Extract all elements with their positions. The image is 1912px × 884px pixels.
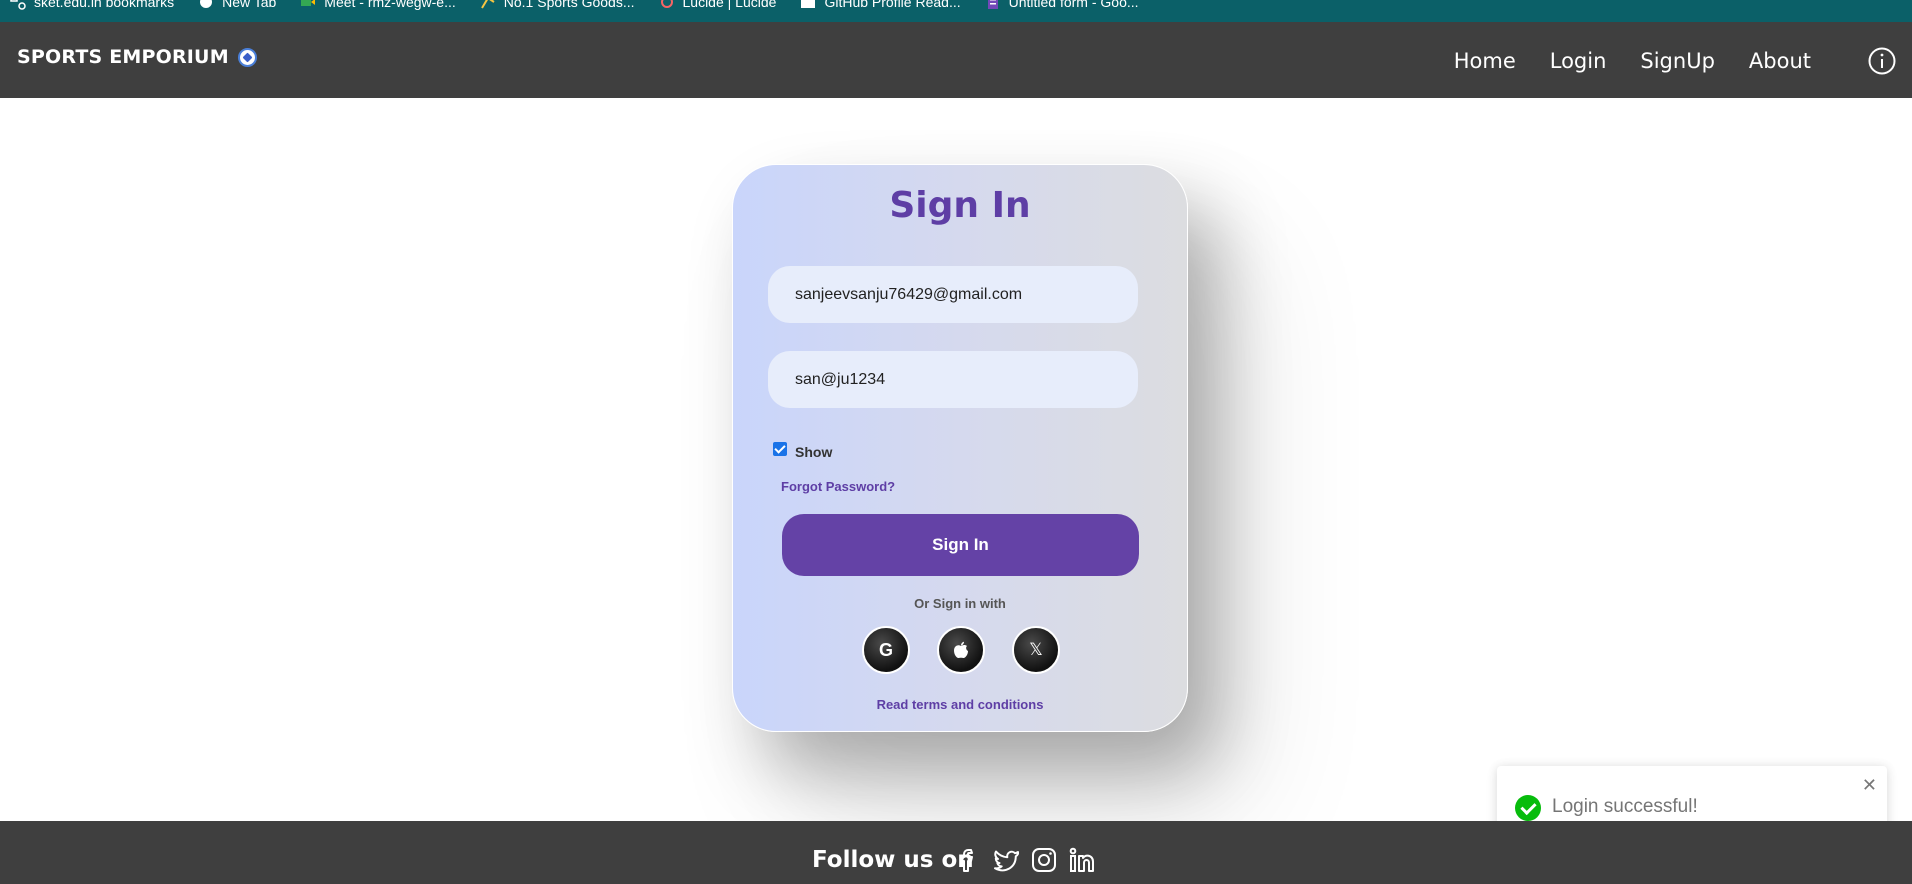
x-icon: 𝕏 (1029, 640, 1043, 659)
instagram-icon[interactable] (1029, 845, 1059, 875)
apps-icon (10, 0, 26, 10)
brand[interactable]: SPORTS EMPORIUM (17, 46, 257, 68)
footer: Follow us on (0, 821, 1912, 884)
bookmark-item[interactable]: Meet - rmz-wegw-e... (300, 0, 456, 13)
bookmarks-bar: sket.edu.in bookmarks New Tab Meet - rmz… (0, 0, 1912, 22)
bookmark-label: Untitled form - Goo... (1008, 0, 1139, 10)
bookmark-label: Meet - rmz-wegw-e... (324, 0, 456, 10)
navbar: SPORTS EMPORIUM Home Login SignUp About (0, 22, 1912, 98)
apple-icon (954, 641, 968, 659)
signin-button[interactable]: Sign In (782, 514, 1139, 576)
nav-about[interactable]: About (1732, 44, 1828, 78)
nav-login[interactable]: Login (1533, 44, 1624, 78)
facebook-icon[interactable] (953, 845, 983, 875)
github-icon (801, 0, 816, 8)
toast-close-button[interactable]: ✕ (1862, 776, 1877, 794)
bookmark-label: New Tab (222, 0, 277, 10)
nav-home[interactable]: Home (1437, 44, 1533, 78)
bookmark-item[interactable]: New Tab (198, 0, 276, 13)
show-password-checkbox[interactable] (773, 442, 787, 456)
show-password-row: Show (773, 441, 833, 460)
x-signin-button[interactable]: 𝕏 (1012, 626, 1060, 674)
bookmark-item[interactable]: GitHub Profile Read... (800, 0, 961, 13)
brand-name: SPORTS EMPORIUM (17, 46, 229, 68)
sports-icon (480, 0, 495, 9)
success-check-icon (1515, 795, 1541, 821)
info-icon[interactable] (1867, 46, 1897, 76)
signin-title: Sign In (889, 185, 1031, 226)
social-links (953, 845, 1097, 875)
email-field[interactable]: sanjeevsanju76429@gmail.com (768, 266, 1138, 323)
social-signin-buttons: G 𝕏 (862, 626, 1060, 674)
bookmark-label: GitHub Profile Read... (824, 0, 961, 10)
google-signin-button[interactable]: G (862, 626, 910, 674)
nav-links: Home Login SignUp About (1437, 44, 1828, 78)
bookmark-label: sket.edu.in bookmarks (34, 0, 175, 10)
terms-link[interactable]: Read terms and conditions (733, 697, 1187, 712)
toast-message: Login successful! (1552, 796, 1698, 817)
signin-card: Sign In sanjeevsanju76429@gmail.com san@… (732, 164, 1188, 732)
bookmark-item[interactable]: Lucide | Lucide (659, 0, 777, 13)
show-password-label: Show (795, 444, 833, 460)
forgot-password-link[interactable]: Forgot Password? (781, 479, 895, 494)
bookmark-item[interactable]: sket.edu.in bookmarks (10, 0, 174, 13)
bookmark-label: Lucide | Lucide (682, 0, 777, 10)
twitter-icon[interactable] (991, 845, 1021, 875)
newtab-icon (200, 0, 213, 8)
google-icon: G (878, 639, 893, 660)
meet-icon (301, 0, 316, 6)
password-field[interactable]: san@ju1234 (768, 351, 1138, 408)
bookmark-label: No.1 Sports Goods... (503, 0, 635, 10)
apple-signin-button[interactable] (937, 626, 985, 674)
lucide-icon (660, 0, 673, 8)
follow-us-text: Follow us on (812, 847, 974, 873)
or-signin-with-text: Or Sign in with (914, 596, 1006, 611)
bookmark-item[interactable]: Untitled form - Goo... (985, 0, 1139, 13)
nav-signup[interactable]: SignUp (1623, 44, 1732, 78)
bookmark-item[interactable]: No.1 Sports Goods... (480, 0, 635, 13)
soccer-ball-icon (237, 47, 257, 67)
forms-icon (987, 0, 998, 9)
linkedin-icon[interactable] (1067, 845, 1097, 875)
